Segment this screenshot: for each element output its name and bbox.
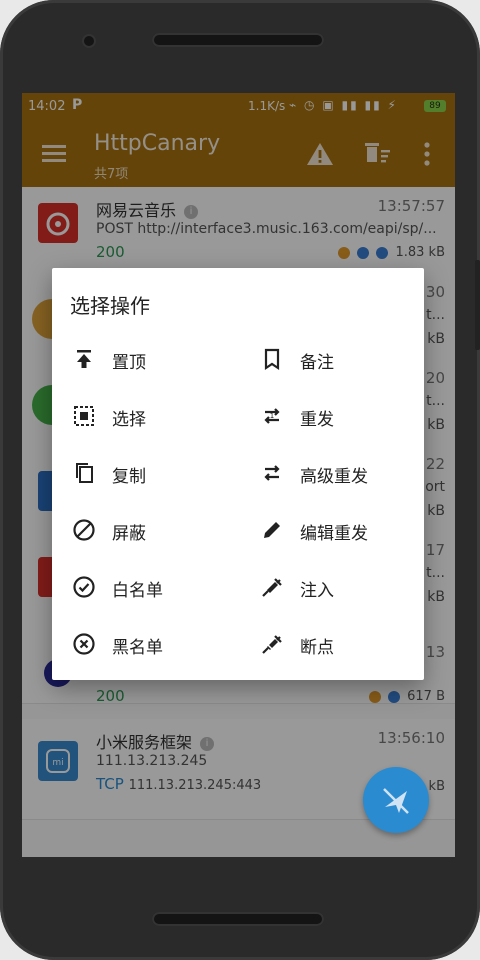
action-note[interactable]: 备注 — [260, 343, 430, 375]
capture-fab[interactable] — [363, 767, 429, 833]
action-label: 选择 — [112, 410, 146, 430]
select-icon — [74, 406, 94, 426]
action-select[interactable]: 选择 — [72, 400, 242, 432]
bottom-speaker — [152, 912, 324, 926]
action-label: 复制 — [112, 467, 146, 487]
dialog-title: 选择操作 — [70, 294, 150, 318]
inject-icon — [262, 578, 282, 597]
blacklist-icon — [73, 633, 95, 655]
action-label: 屏蔽 — [112, 524, 146, 544]
action-label: 黑名单 — [112, 638, 163, 658]
action-advanced-resend[interactable]: 高级重发 — [260, 457, 430, 489]
send-off-icon — [383, 788, 409, 814]
action-label: 白名单 — [112, 581, 163, 601]
action-edit-resend[interactable]: 编辑重发 — [260, 514, 430, 546]
resend-icon: 1 — [264, 408, 280, 424]
phone-frame: 14:02 P 1.1K/s ⌁ ◷ ▣ ▮▮ ▮▮ ⚡ 89 HttpCana… — [0, 0, 480, 960]
whitelist-icon — [73, 576, 95, 598]
advanced-resend-icon — [264, 465, 280, 481]
action-label: 高级重发 — [300, 467, 368, 487]
action-label: 注入 — [300, 581, 334, 601]
front-camera — [84, 36, 94, 46]
action-inject[interactable]: 注入 — [260, 571, 430, 603]
action-resend[interactable]: 1 重发 — [260, 400, 430, 432]
action-block[interactable]: 屏蔽 — [72, 514, 242, 546]
action-pin-top[interactable]: 置顶 — [72, 343, 242, 375]
pin-top-icon — [77, 350, 91, 368]
earpiece-speaker — [152, 33, 324, 47]
action-label: 重发 — [300, 410, 334, 430]
block-icon — [73, 519, 95, 541]
copy-icon — [76, 463, 93, 483]
action-dialog: 选择操作 置顶 备注 选择 1 重发 复制 高级重发 屏蔽 编辑重发 白名单 注… — [52, 268, 424, 680]
action-label: 置顶 — [112, 353, 146, 373]
action-breakpoint[interactable]: 断点 — [260, 628, 430, 660]
action-label: 断点 — [300, 638, 334, 658]
action-label: 备注 — [300, 353, 334, 373]
svg-text:1: 1 — [270, 412, 274, 420]
power-button — [475, 260, 480, 350]
screen: 14:02 P 1.1K/s ⌁ ◷ ▣ ▮▮ ▮▮ ⚡ 89 HttpCana… — [22, 93, 455, 857]
edit-icon — [264, 522, 280, 538]
breakpoint-icon — [262, 635, 282, 654]
action-copy[interactable]: 复制 — [72, 457, 242, 489]
bookmark-icon — [264, 348, 280, 371]
action-label: 编辑重发 — [300, 524, 368, 544]
action-blacklist[interactable]: 黑名单 — [72, 628, 242, 660]
action-whitelist[interactable]: 白名单 — [72, 571, 242, 603]
